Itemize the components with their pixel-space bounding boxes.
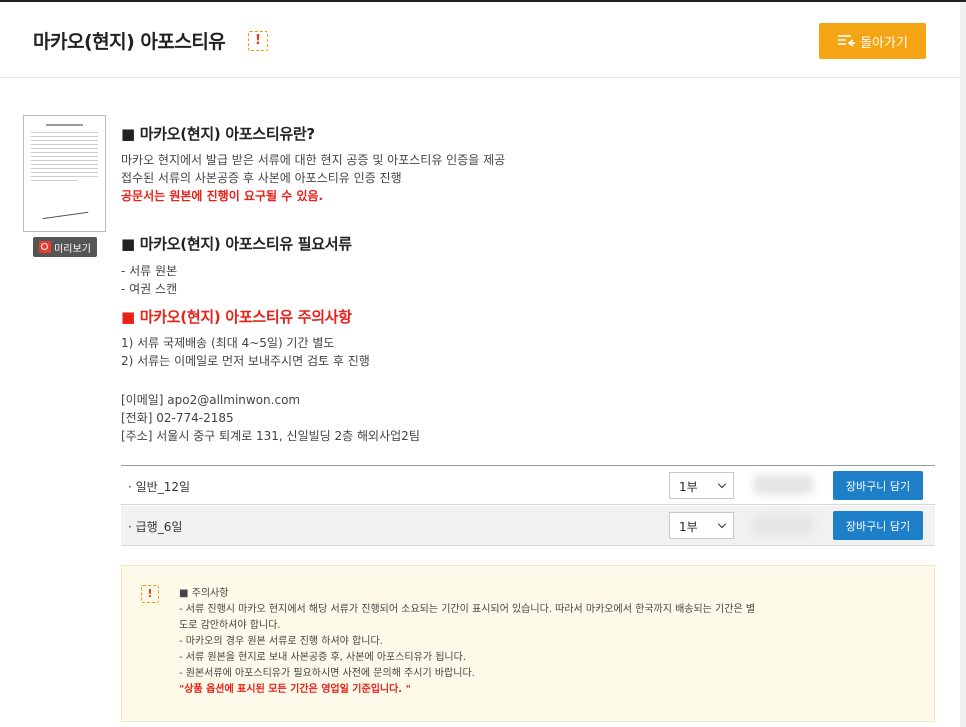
contact-address: [주소] 서울시 중구 퇴계로 131, 신일빌딩 2층 해외사업2팀	[121, 429, 420, 443]
section-heading-cautions: ■ 마카오(현지) 아포스티유 주의사항	[121, 308, 352, 326]
about-notice: 공문서는 원본에 진행이 요구될 수 있음.	[121, 189, 324, 203]
about-line: 마카오 현지에서 발급 받은 서류에 대한 현지 공증 및 아포스티유 인증을 …	[121, 153, 506, 167]
document-item: - 서류 원본	[121, 264, 178, 278]
warning-icon: !	[141, 585, 159, 603]
document-thumbnail[interactable]	[23, 115, 106, 232]
blurred-price	[753, 475, 813, 495]
back-button-label: 돌아가기	[860, 35, 908, 51]
caution-item: 1) 서류 국제배송 (최대 4~5일) 기간 별도	[121, 336, 335, 350]
add-to-cart-button[interactable]: 장바구니 담기	[833, 511, 923, 540]
notice-title: ■ 주의사항	[179, 588, 229, 599]
notice-box: ! ■ 주의사항 - 서류 진행시 마카오 현지에서 해당 서류가 진행되어 소…	[121, 565, 935, 722]
quantity-value: 1부	[679, 480, 698, 494]
notice-text: ■ 주의사항 - 서류 진행시 마카오 현지에서 해당 서류가 진행되어 소요되…	[179, 586, 859, 698]
quantity-select[interactable]: 1부	[669, 512, 734, 539]
add-to-cart-button[interactable]: 장바구니 담기	[833, 471, 923, 500]
option-name: · 급행_6일	[128, 520, 183, 534]
notice-line: - 서류 진행시 마카오 현지에서 해당 서류가 진행되어 소요되는 기간이 표…	[179, 604, 756, 615]
notice-line: - 원본서류에 아포스티유가 필요하시면 사전에 문의해 주시기 바랍니다.	[179, 668, 475, 679]
option-row: · 급행_6일 1부 장바구니 담기	[121, 506, 935, 546]
page-scrollbar[interactable]	[960, 2, 966, 727]
notice-emphasis: "상품 옵션에 표시된 모든 기간은 영업일 기준입니다. "	[179, 684, 411, 695]
preview-button[interactable]: 미리보기	[33, 237, 97, 257]
caution-item: 2) 서류는 이메일로 먼저 보내주시면 검토 후 진행	[121, 354, 370, 368]
magnifier-icon	[39, 241, 52, 253]
section-heading-documents: ■ 마카오(현지) 아포스티유 필요서류	[121, 235, 352, 253]
warning-icon: !	[248, 31, 268, 51]
section-heading-about: ■ 마카오(현지) 아포스티유란?	[121, 125, 315, 143]
notice-line: - 서류 원본을 현지로 보내 사본공증 후, 사본에 아포스티유가 됩니다.	[179, 652, 466, 663]
quantity-value: 1부	[679, 520, 698, 534]
chevron-down-icon	[717, 479, 727, 489]
notice-line: - 마카오의 경우 원본 서류로 진행 하셔야 합니다.	[179, 636, 383, 647]
notice-line: 도로 감안하셔야 합니다.	[179, 620, 281, 631]
quantity-select[interactable]: 1부	[669, 472, 734, 499]
document-item: - 여권 스캔	[121, 282, 178, 296]
chevron-down-icon	[717, 519, 727, 529]
contact-email: [이메일] apo2@allminwon.com	[121, 393, 301, 407]
option-name: · 일반_12일	[128, 480, 191, 494]
back-button[interactable]: 돌아가기	[819, 23, 926, 59]
page-title: 마카오(현지) 아포스티유	[33, 31, 226, 53]
preview-label: 미리보기	[54, 243, 91, 255]
signature-mark	[41, 204, 89, 220]
page-header: 마카오(현지) 아포스티유 ! 돌아가기	[0, 2, 960, 78]
contact-phone: [전화] 02-774-2185	[121, 411, 234, 425]
option-row: · 일반_12일 1부 장바구니 담기	[121, 465, 935, 505]
list-back-icon	[838, 35, 856, 47]
about-line: 접수된 서류의 사본공증 후 사본에 아포스티유 인증 진행	[121, 171, 402, 185]
blurred-price	[753, 515, 813, 535]
